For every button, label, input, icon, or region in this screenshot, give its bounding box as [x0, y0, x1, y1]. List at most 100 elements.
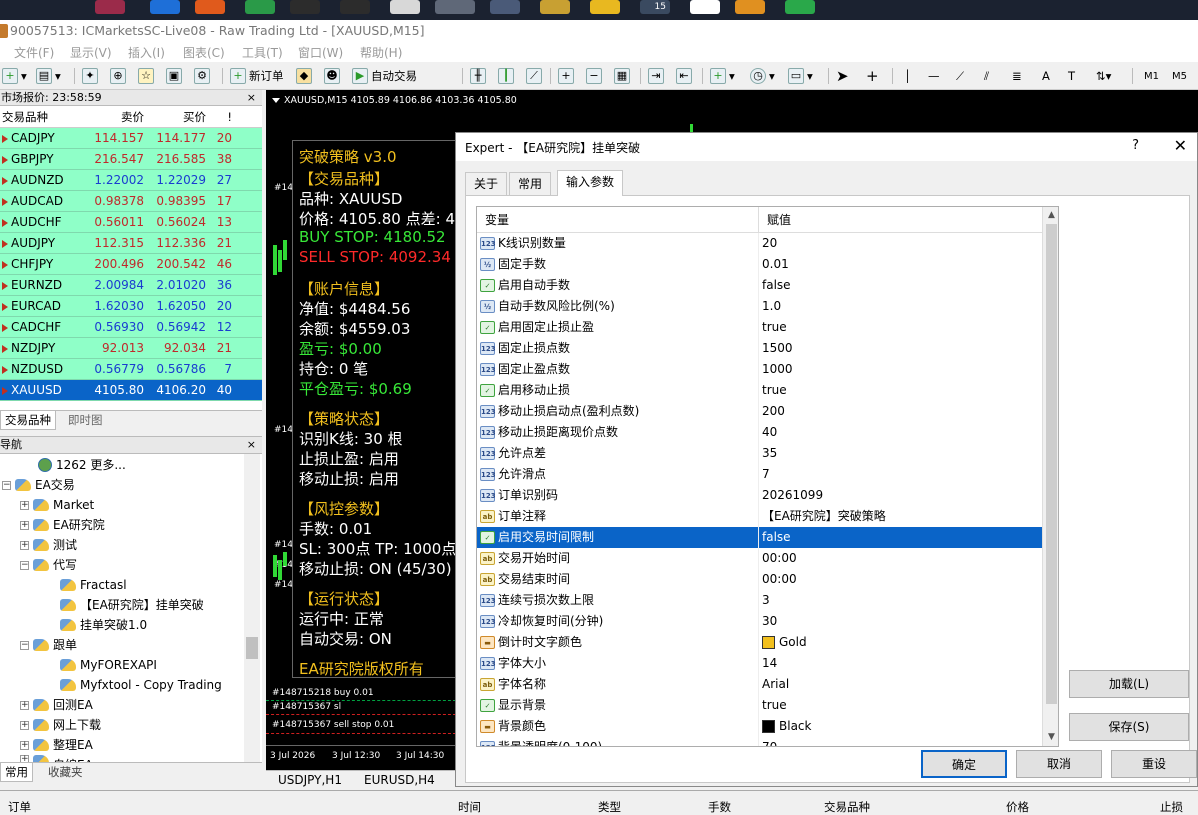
tab-favorites[interactable]: 收藏夹: [44, 763, 87, 782]
market-watch-row[interactable]: EURCAD 1.62030 1.62050 20: [0, 296, 262, 317]
nav-commission[interactable]: − 代写: [20, 555, 77, 575]
new-order-button[interactable]: + 新订单: [230, 67, 284, 85]
tab-common[interactable]: 常用: [0, 763, 33, 782]
param-value-cell[interactable]: false: [759, 275, 791, 296]
param-row[interactable]: 123 连续亏损次数上限 3: [477, 590, 1043, 611]
scrollbar-thumb[interactable]: [246, 637, 258, 659]
folder-icon[interactable]: [590, 0, 620, 14]
param-row[interactable]: ab 字体名称 Arial: [477, 674, 1043, 695]
market-watch-row[interactable]: AUDCHF 0.56011 0.56024 13: [0, 212, 262, 233]
app-icon-active[interactable]: [435, 0, 475, 14]
param-value-cell[interactable]: 35: [759, 443, 777, 464]
zoom-in-button[interactable]: +: [558, 67, 574, 85]
param-row[interactable]: ab 交易结束时间 00:00: [477, 569, 1043, 590]
metatrader-icon[interactable]: [290, 0, 320, 14]
channel-tool[interactable]: ⫽: [984, 67, 989, 85]
param-value[interactable]: false: [762, 527, 791, 548]
param-row[interactable]: ½ 自动手数风险比例(%) 1.0: [477, 296, 1043, 317]
param-value-cell[interactable]: 3: [759, 590, 770, 611]
expand-icon[interactable]: +: [20, 540, 29, 550]
color-swatch[interactable]: [762, 720, 775, 733]
app-icon[interactable]: [490, 0, 520, 14]
param-value-cell[interactable]: 1000: [759, 359, 793, 380]
param-value[interactable]: 14: [762, 653, 777, 674]
tab-tick-chart[interactable]: 即时图: [64, 411, 107, 430]
market-watch-row[interactable]: CADJPY 114.157 114.177 20: [0, 128, 262, 149]
param-value-cell[interactable]: 14: [759, 653, 777, 674]
param-value[interactable]: 00:00: [762, 548, 797, 569]
param-value[interactable]: false: [762, 275, 791, 296]
nav-more[interactable]: 1262 更多...: [38, 455, 126, 475]
param-value[interactable]: 1.0: [762, 296, 781, 317]
scroll-up-icon[interactable]: ▲: [1043, 207, 1058, 224]
tab-common[interactable]: 常用: [509, 172, 552, 196]
nav-market[interactable]: + Market: [20, 495, 94, 515]
param-value[interactable]: 1500: [762, 338, 793, 359]
market-watch-row[interactable]: CADCHF 0.56930 0.56942 12: [0, 317, 262, 338]
param-value[interactable]: 40: [762, 422, 777, 443]
market-watch-row[interactable]: NZDUSD 0.56779 0.56786 7: [0, 359, 262, 380]
param-row[interactable]: 123 订单识别码 20261099: [477, 485, 1043, 506]
param-value[interactable]: 200: [762, 401, 785, 422]
nav-pending-breakout-v1[interactable]: 挂单突破1.0: [60, 615, 147, 635]
market-watch-toggle[interactable]: ✦: [82, 67, 98, 85]
new-chart-button[interactable]: + ▾: [2, 67, 27, 85]
param-row[interactable]: 123背景透明度(0-100)70: [477, 737, 1043, 746]
param-row[interactable]: ✓ 启用移动止损 true: [477, 380, 1043, 401]
param-value-cell[interactable]: 0.01: [759, 254, 789, 275]
param-value[interactable]: 35: [762, 443, 777, 464]
param-value-cell[interactable]: 1.0: [759, 296, 781, 317]
market-watch-row[interactable]: AUDJPY 112.315 112.336 21: [0, 233, 262, 254]
market-watch-row[interactable]: NZDJPY 92.013 92.034 21: [0, 338, 262, 359]
param-value[interactable]: 3: [762, 590, 770, 611]
market-watch-row[interactable]: GBPJPY 216.547 216.585 38: [0, 149, 262, 170]
tab-usdjpy-h1[interactable]: USDJPY,H1: [278, 773, 342, 787]
templates-button[interactable]: ▭ ▾: [788, 67, 813, 85]
nav-fractasl[interactable]: Fractasl: [60, 575, 127, 595]
periods-button[interactable]: ◷ ▾: [750, 67, 775, 85]
app-icon[interactable]: [690, 0, 720, 14]
param-row[interactable]: 123 K线识别数量 20: [477, 233, 1043, 254]
menu-help[interactable]: 帮助(H): [360, 44, 402, 61]
menu-view[interactable]: 显示(V): [70, 44, 112, 61]
column-price[interactable]: 价格: [1006, 799, 1029, 815]
param-row[interactable]: ✓ 启用自动手数 false: [477, 275, 1043, 296]
label-tool[interactable]: T: [1068, 67, 1075, 85]
param-row[interactable]: ▬ 倒计时文字颜色 Gold: [477, 632, 1043, 653]
market-watch-row[interactable]: AUDCAD 0.98378 0.98395 17: [0, 191, 262, 212]
param-value-cell[interactable]: 200: [759, 401, 785, 422]
trendline-tool[interactable]: ⟋: [956, 67, 964, 85]
zoom-out-button[interactable]: −: [586, 67, 602, 85]
param-value[interactable]: true: [762, 317, 787, 338]
nav-ea-institute[interactable]: + EA研究院: [20, 515, 105, 535]
param-value[interactable]: 【EA研究院】突破策略: [762, 506, 886, 527]
app-icon[interactable]: [540, 0, 570, 14]
expand-icon[interactable]: +: [20, 740, 29, 750]
menu-tools[interactable]: 工具(T): [242, 44, 283, 61]
param-value[interactable]: true: [762, 380, 787, 401]
market-watch-row[interactable]: XAUUSD 4105.80 4106.20 40: [0, 380, 262, 401]
nav-copy[interactable]: − 跟单: [20, 635, 77, 655]
scrollbar-thumb[interactable]: [1046, 224, 1057, 704]
horizontal-line-tool[interactable]: —: [928, 67, 940, 85]
app-icon[interactable]: [95, 0, 125, 14]
nav-organize[interactable]: + 整理EA: [20, 735, 93, 755]
nav-myfxtool[interactable]: Myfxtool - Copy Trading: [60, 675, 222, 695]
nav-downloaded[interactable]: + 网上下载: [20, 715, 101, 735]
param-row[interactable]: ✓ 启用固定止损止盈 true: [477, 317, 1043, 338]
param-row[interactable]: ab 订单注释 【EA研究院】突破策略: [477, 506, 1043, 527]
param-value[interactable]: 70: [762, 737, 777, 746]
column-sl[interactable]: 止损: [1160, 799, 1183, 815]
param-row[interactable]: ✓ 启用交易时间限制 false: [477, 527, 1043, 548]
menu-window[interactable]: 窗口(W): [298, 44, 343, 61]
param-value-cell[interactable]: true: [759, 317, 787, 338]
ok-button[interactable]: 确定: [921, 750, 1007, 778]
cursor-tool[interactable]: ➤: [836, 67, 849, 85]
dropdown-icon[interactable]: [272, 98, 280, 103]
param-row[interactable]: 123 移动止损距离现价点数 40: [477, 422, 1043, 443]
param-value-cell[interactable]: Gold: [759, 632, 807, 653]
param-value[interactable]: 20: [762, 233, 777, 254]
param-value-cell[interactable]: 40: [759, 422, 777, 443]
tab-eurusd-h4[interactable]: EURUSD,H4: [364, 773, 435, 787]
metatrader-icon[interactable]: [340, 0, 370, 14]
